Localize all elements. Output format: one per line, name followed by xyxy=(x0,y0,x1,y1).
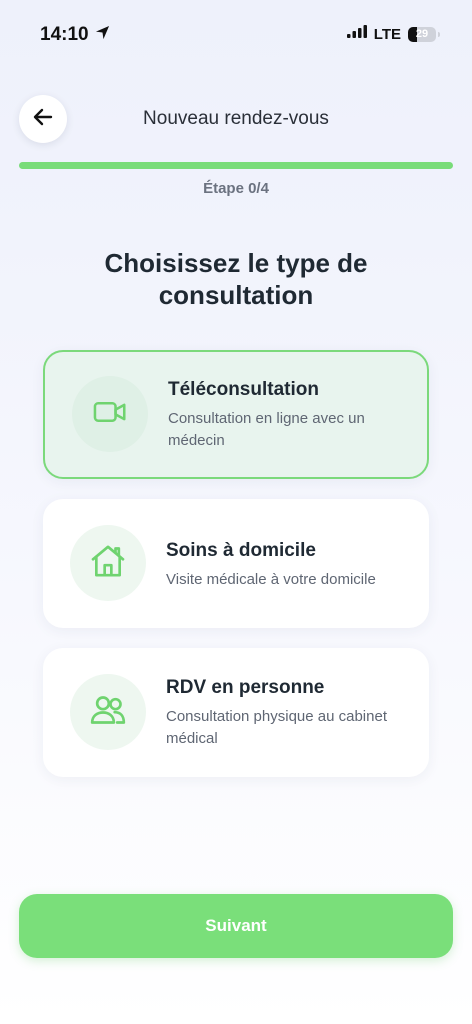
users-icon xyxy=(88,690,128,735)
progress-bar xyxy=(19,162,453,169)
battery-percent: 29 xyxy=(415,28,429,40)
option-home-care[interactable]: Soins à domicile Visite médicale à votre… xyxy=(43,499,429,628)
battery-icon: 29 xyxy=(408,26,440,42)
option-description: Consultation physique au cabinet médical xyxy=(166,708,387,747)
network-type: LTE xyxy=(373,25,401,43)
header-title: Nouveau rendez-vous xyxy=(143,108,329,129)
progress-fill xyxy=(19,162,453,169)
option-teleconsultation[interactable]: Téléconsultation Consultation en ligne a… xyxy=(43,350,429,479)
signal-icon xyxy=(346,25,367,43)
video-camera-icon xyxy=(91,393,129,436)
home-icon xyxy=(88,541,128,586)
option-text: Soins à domicile Visite médicale à votre… xyxy=(166,539,409,591)
status-bar: 14:10 LTE 29 xyxy=(0,0,472,64)
option-icon-circle xyxy=(70,674,146,750)
option-text: Téléconsultation Consultation en ligne a… xyxy=(168,378,407,452)
option-text: RDV en personne Consultation physique au… xyxy=(166,676,409,750)
option-description: Visite médicale à votre domicile xyxy=(166,571,376,588)
option-description: Consultation en ligne avec un médecin xyxy=(168,410,365,449)
option-icon-circle xyxy=(72,376,148,452)
option-title: RDV en personne xyxy=(166,677,325,698)
page-title: Choisissez le type de consultation xyxy=(104,248,368,310)
status-indicators: LTE 29 xyxy=(346,25,440,43)
option-icon-circle xyxy=(70,525,146,601)
next-button[interactable]: Suivant xyxy=(19,894,453,958)
option-title: Téléconsultation xyxy=(168,379,319,400)
option-title: Soins à domicile xyxy=(166,540,316,561)
clock-text: 14:10 xyxy=(40,24,89,45)
step-label: Étape 0/4 xyxy=(203,180,269,197)
location-arrow-icon xyxy=(95,24,110,46)
option-in-person[interactable]: RDV en personne Consultation physique au… xyxy=(43,648,429,777)
status-time: 14:10 xyxy=(40,24,110,46)
